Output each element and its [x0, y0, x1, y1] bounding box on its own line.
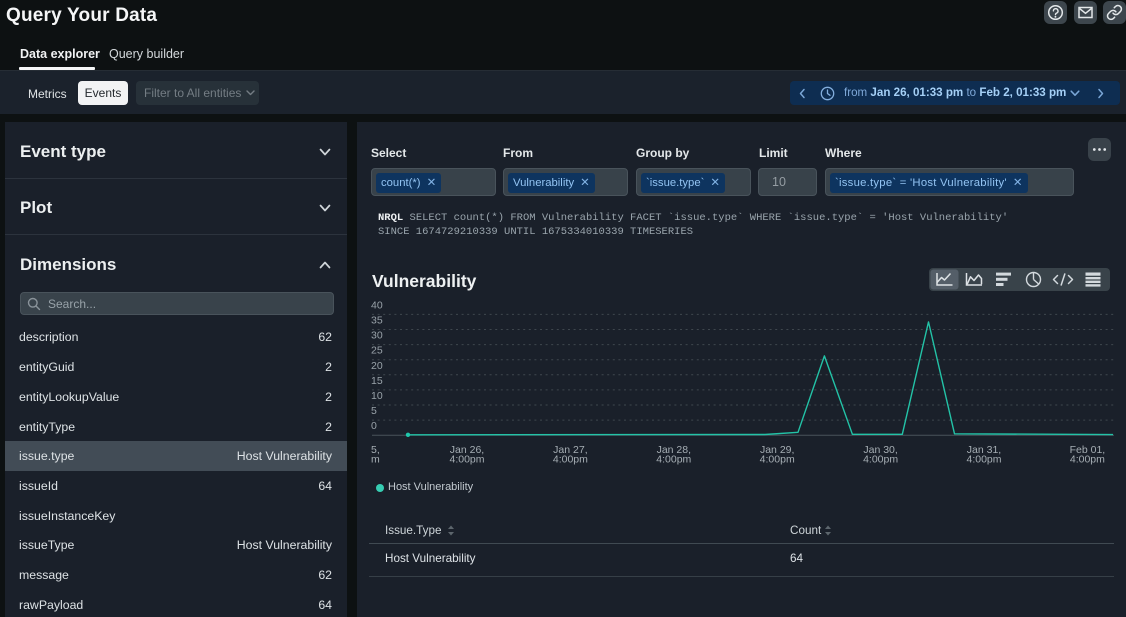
svg-text:4:00pm: 4:00pm [449, 454, 484, 466]
svg-text:4:00pm: 4:00pm [553, 454, 588, 466]
svg-text:0: 0 [371, 420, 377, 432]
svg-text:4:00pm: 4:00pm [760, 454, 795, 466]
svg-text:40: 40 [371, 299, 383, 311]
svg-text:20: 20 [371, 360, 383, 372]
svg-text:35: 35 [371, 315, 383, 327]
svg-text:m: m [371, 454, 380, 466]
svg-text:15: 15 [371, 375, 383, 387]
svg-text:5: 5 [371, 405, 377, 417]
svg-text:30: 30 [371, 330, 383, 342]
svg-text:4:00pm: 4:00pm [863, 454, 898, 466]
svg-text:4:00pm: 4:00pm [656, 454, 691, 466]
svg-text:4:00pm: 4:00pm [966, 454, 1001, 466]
svg-text:10: 10 [371, 390, 383, 402]
svg-text:25: 25 [371, 345, 383, 357]
svg-text:4:00pm: 4:00pm [1070, 454, 1105, 466]
